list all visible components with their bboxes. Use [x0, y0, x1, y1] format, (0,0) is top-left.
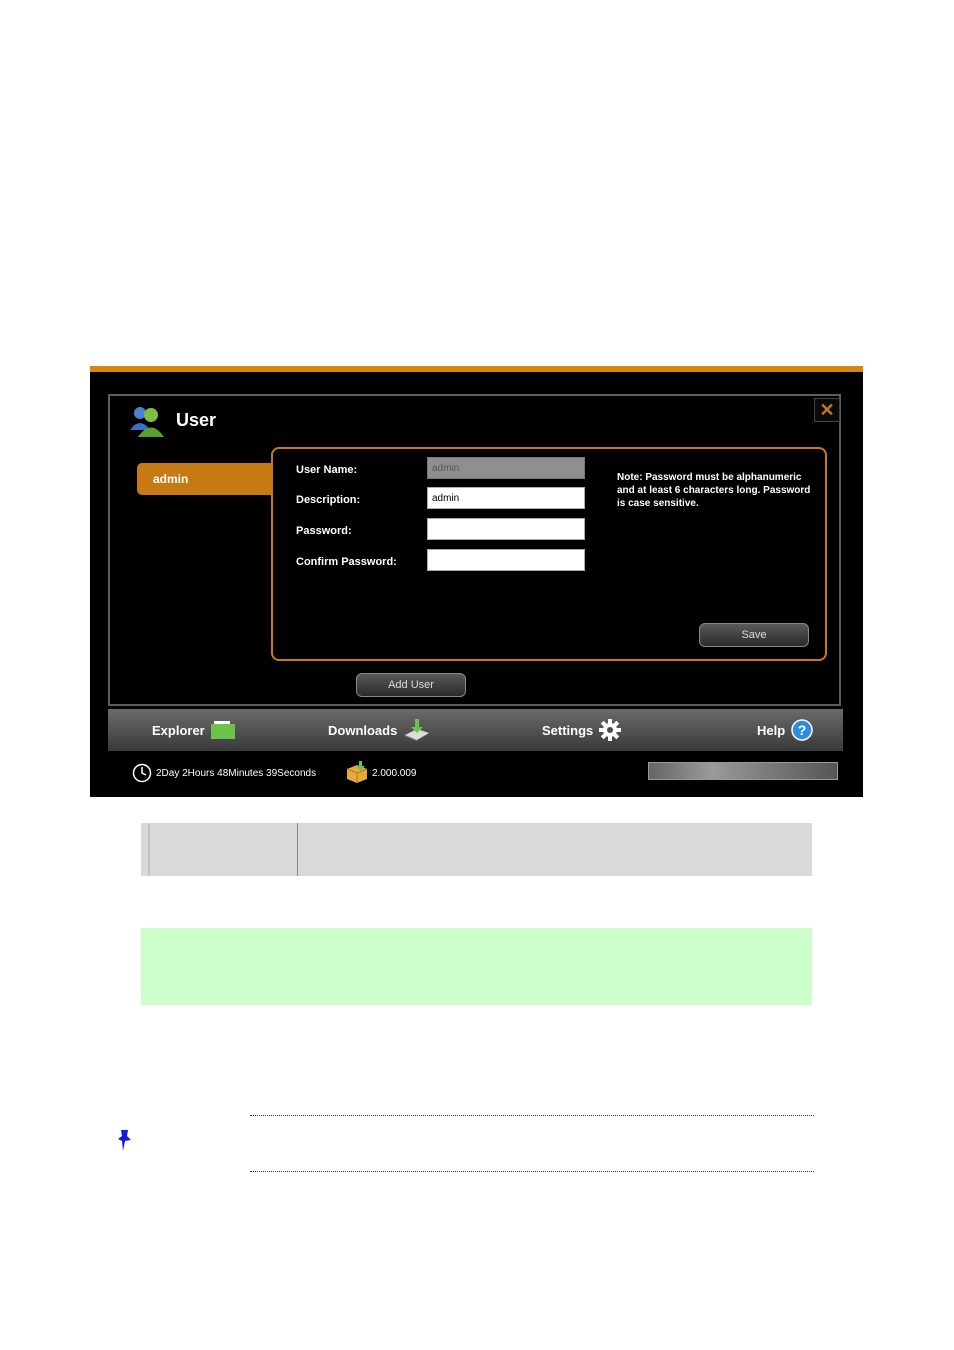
nav-explorer[interactable]: Explorer — [152, 719, 235, 741]
gray-table-divider — [297, 823, 298, 876]
description-input[interactable] — [427, 487, 585, 509]
green-info-box — [141, 928, 812, 1005]
users-icon — [130, 407, 164, 437]
add-user-button[interactable]: Add User — [356, 673, 466, 697]
nav-help[interactable]: Help ? — [757, 719, 813, 741]
uptime-text: 2Day 2Hours 48Minutes 39Seconds — [156, 768, 317, 779]
clock-icon — [132, 763, 152, 783]
dialog-title: User — [176, 410, 217, 430]
gray-table-row — [141, 823, 812, 876]
app-window: User ✕ admin User Name: Description: Pas… — [90, 366, 863, 797]
password-label: Password: — [296, 525, 352, 537]
gray-table-edge — [148, 823, 150, 876]
save-button[interactable]: Save — [699, 623, 809, 647]
gear-icon — [599, 719, 622, 741]
folder-icon — [210, 721, 235, 739]
nav-help-label: Help — [757, 722, 786, 738]
version-text: 2.000.009 — [372, 768, 417, 779]
pushpin-icon — [118, 1130, 131, 1151]
close-icon: ✕ — [819, 399, 835, 420]
username-label: User Name: — [296, 464, 358, 476]
description-label: Description: — [296, 494, 361, 506]
app-top-bar — [90, 366, 863, 372]
user-list-item-admin[interactable]: admin — [137, 463, 273, 495]
progress-bar — [648, 762, 838, 780]
package-icon — [346, 761, 368, 783]
confirm-password-label: Confirm Password: — [296, 556, 397, 568]
confirm-password-input[interactable] — [427, 549, 585, 571]
bottom-nav: Explorer Downloads Settings Help ? — [108, 709, 843, 751]
user-dialog: User ✕ admin User Name: Description: Pas… — [108, 394, 841, 706]
user-form-panel: User Name: Description: Password: Confir… — [271, 447, 827, 661]
close-button[interactable]: ✕ — [814, 398, 840, 422]
svg-text:?: ? — [798, 722, 807, 738]
nav-downloads-label: Downloads — [328, 722, 398, 738]
nav-explorer-label: Explorer — [152, 722, 205, 738]
nav-settings-label: Settings — [542, 722, 594, 738]
nav-downloads[interactable]: Downloads — [328, 719, 431, 741]
nav-settings[interactable]: Settings — [542, 719, 622, 741]
note-divider-bottom — [250, 1171, 814, 1172]
download-drive-icon — [405, 719, 430, 741]
password-input[interactable] — [427, 518, 585, 540]
note-divider-top — [250, 1115, 814, 1116]
username-input[interactable] — [427, 457, 585, 479]
help-icon: ? — [791, 719, 813, 741]
password-note: Note: Password must be alphanumeric and … — [617, 472, 811, 509]
